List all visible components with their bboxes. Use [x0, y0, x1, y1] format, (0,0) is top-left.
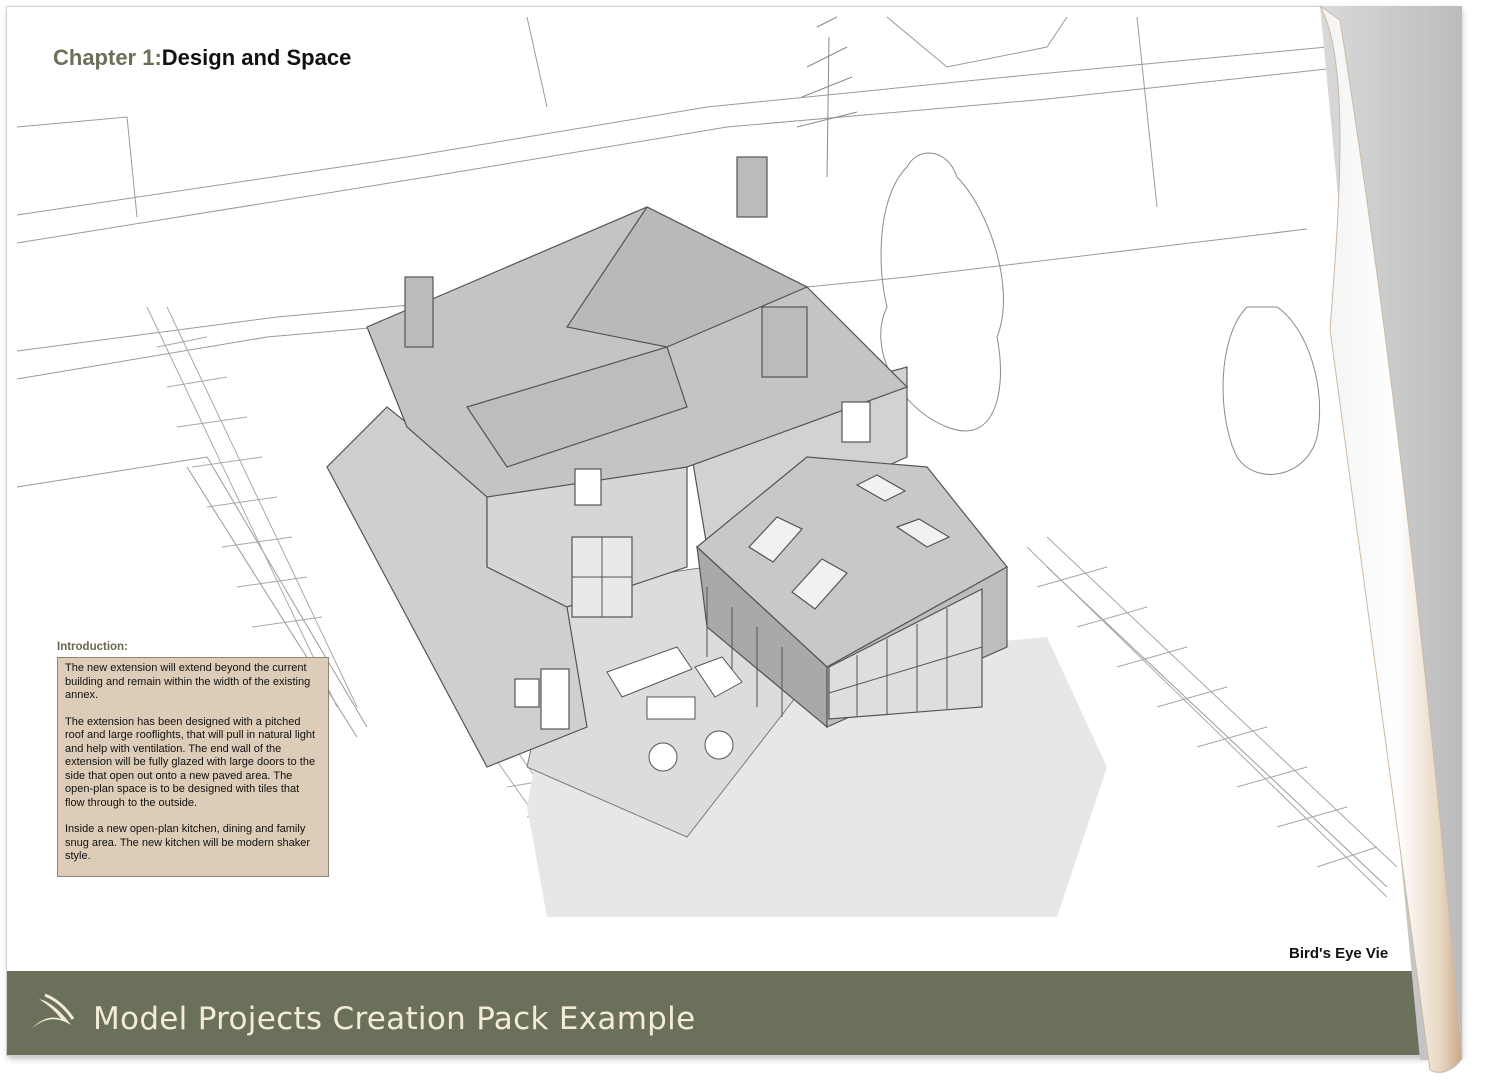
swoosh-logo-icon: [31, 993, 75, 1029]
introduction-heading: Introduction:: [57, 641, 128, 653]
birds-eye-view-drawing: [16, 16, 1398, 918]
footer-title: Model Projects Creation Pack Example: [93, 1001, 696, 1037]
footer-banner: Model Projects Creation Pack Example: [7, 971, 1459, 1055]
chapter-title: Chapter 1:Design and Space: [53, 45, 351, 71]
introduction-paragraph: Inside a new open-plan kitchen, dining a…: [65, 823, 310, 862]
chapter-name: Design and Space: [161, 45, 352, 70]
document-page: Chapter 1:Design and Space Introduction:…: [6, 6, 1460, 1056]
introduction-paragraph: The extension has been designed with a p…: [65, 715, 316, 809]
view-caption: Bird's Eye Vie: [1289, 945, 1389, 962]
introduction-paragraph: The new extension will extend beyond the…: [65, 662, 311, 701]
chapter-number: Chapter 1:: [53, 45, 162, 70]
introduction-text-box: The new extension will extend beyond the…: [57, 657, 329, 877]
